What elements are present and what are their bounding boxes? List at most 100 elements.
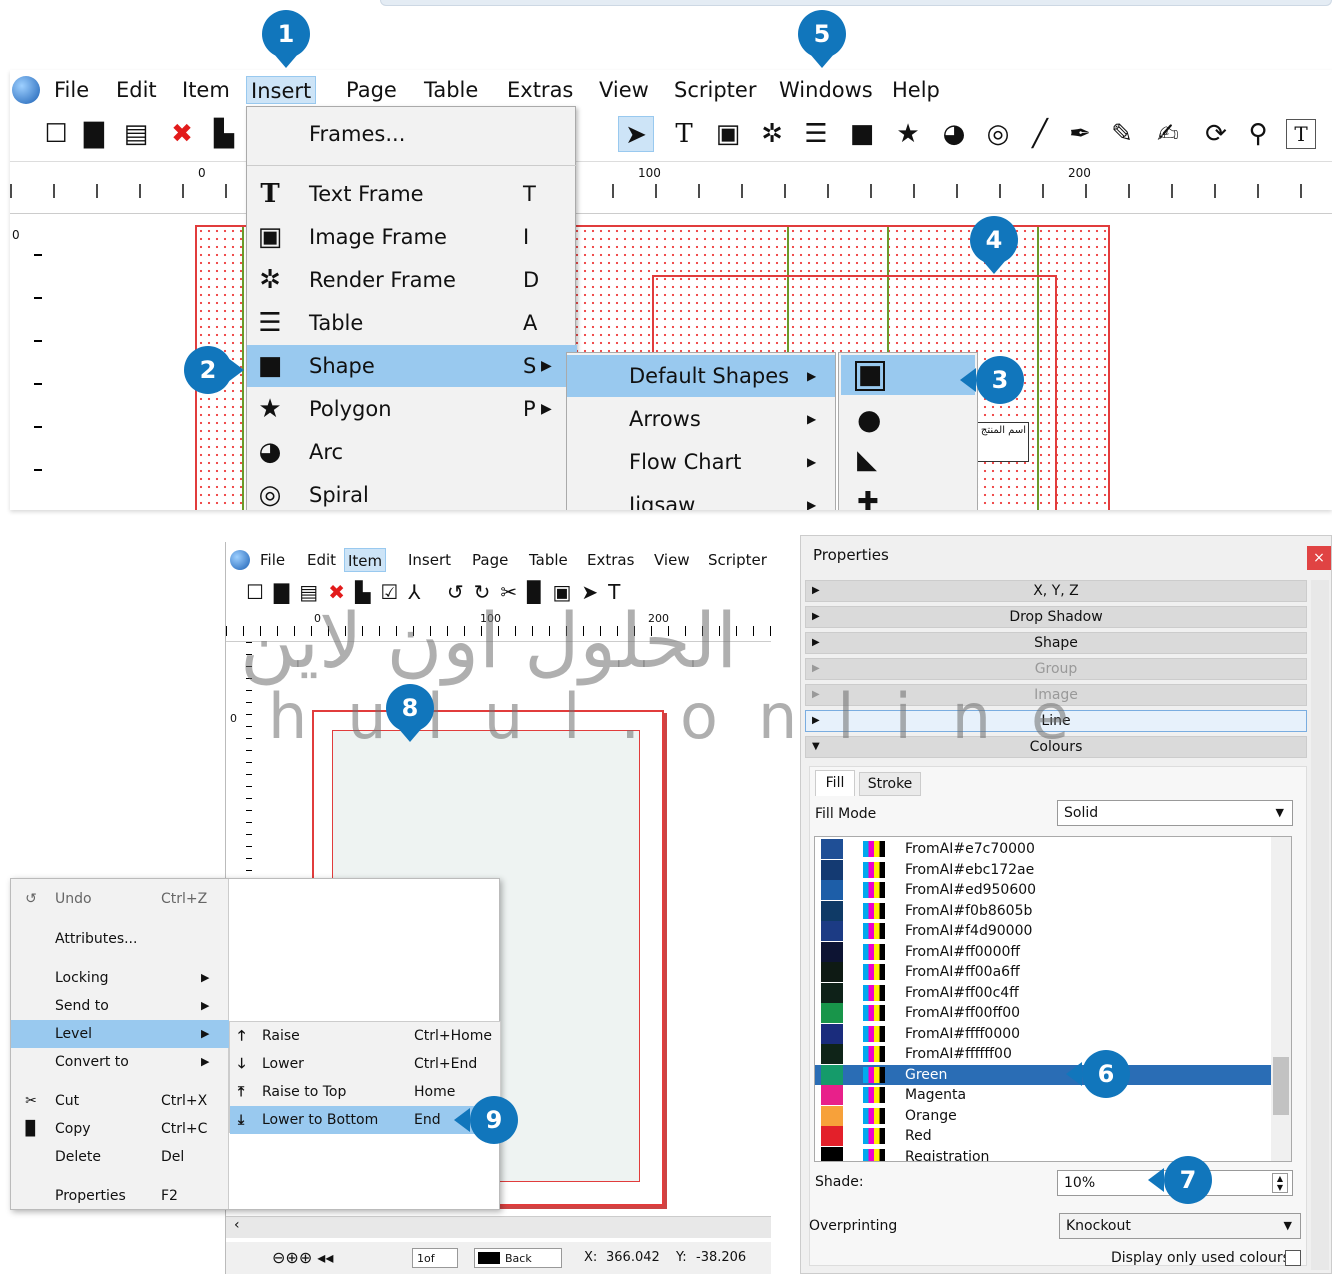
section-xyz[interactable]: ▶ X, Y, Z: [805, 580, 1307, 602]
menu-row-text-frame[interactable]: T Text Frame T: [247, 173, 577, 215]
ctx-delete[interactable]: Delete Del: [11, 1143, 229, 1171]
bezier-tool-icon[interactable]: ✒: [1062, 116, 1098, 152]
colour-row[interactable]: Green: [815, 1064, 1275, 1085]
rotate-tool-icon[interactable]: ⟳: [1198, 116, 1234, 152]
new-document-icon[interactable]: ☐: [38, 116, 74, 152]
menu-file[interactable]: File: [50, 76, 93, 104]
submenu-arrows[interactable]: Arrows ▶: [567, 398, 835, 440]
menu-extras[interactable]: Extras: [584, 548, 637, 572]
section-shape[interactable]: ▶ Shape: [805, 632, 1307, 654]
ctx-copy[interactable]: ▉ Copy Ctrl+C: [11, 1115, 229, 1143]
menu-windows[interactable]: Windows: [775, 76, 877, 104]
menu-insert[interactable]: Insert: [246, 76, 317, 104]
level-raise-to-top[interactable]: ⤒ Raise to Top Home: [230, 1078, 502, 1106]
list-scrollbar[interactable]: [1271, 837, 1291, 1161]
colour-row[interactable]: FromAI#f4d90000: [815, 921, 1275, 942]
colour-row[interactable]: FromAI#ffffff00: [815, 1044, 1275, 1065]
menu-help[interactable]: Help: [888, 76, 944, 104]
calligraphy-tool-icon[interactable]: ✍: [1150, 116, 1186, 152]
menu-row-image-frame[interactable]: ▣ Image Frame I: [247, 216, 577, 258]
cross-shape-icon[interactable]: ✚: [857, 487, 879, 510]
menu-item[interactable]: Item: [344, 548, 387, 572]
submenu-jigsaw[interactable]: Jigsaw ▶: [567, 484, 835, 510]
menu-table[interactable]: Table: [526, 548, 571, 572]
colour-row[interactable]: FromAI#e7c70000: [815, 839, 1275, 860]
colour-row[interactable]: FromAI#ebc172ae: [815, 859, 1275, 881]
menu-file[interactable]: File: [257, 548, 288, 572]
menu-edit[interactable]: Edit: [304, 548, 339, 572]
spiral-tool-icon[interactable]: ◎: [980, 116, 1016, 152]
menu-item[interactable]: Item: [178, 76, 234, 104]
select-tool-icon[interactable]: ➤: [618, 116, 654, 152]
colour-row[interactable]: FromAI#ff00a6ff: [815, 962, 1275, 983]
menu-page[interactable]: Page: [469, 548, 511, 572]
ctx-cut[interactable]: ✂ Cut Ctrl+X: [11, 1087, 229, 1115]
menu-scripter[interactable]: Scripter: [670, 76, 760, 104]
menu-edit[interactable]: Edit: [112, 76, 161, 104]
tab-stroke[interactable]: Stroke: [859, 772, 921, 796]
menu-row-spiral[interactable]: ◎ Spiral: [247, 474, 577, 510]
menu-table[interactable]: Table: [420, 76, 482, 104]
colour-row[interactable]: FromAI#ff00c4ff: [815, 982, 1275, 1004]
pencil-tool-icon[interactable]: ✎: [1104, 116, 1140, 152]
panel-scrollbar[interactable]: [1311, 580, 1329, 1270]
submenu-default-shapes[interactable]: Default Shapes ▶: [567, 355, 835, 397]
page-field[interactable]: 1of: [412, 1248, 458, 1268]
menu-row-frames[interactable]: Frames...: [247, 113, 577, 155]
ctx-properties[interactable]: Properties F2: [11, 1182, 229, 1210]
circle-shape-icon[interactable]: ●: [857, 403, 881, 436]
open-folder-icon[interactable]: ▇: [76, 116, 112, 152]
submenu-flow-chart[interactable]: Flow Chart ▶: [567, 441, 835, 483]
zoom-tool-icon[interactable]: ⚲: [1240, 116, 1276, 152]
close-icon[interactable]: ✖: [164, 116, 200, 152]
close-icon[interactable]: ×: [1307, 546, 1331, 570]
menu-view[interactable]: View: [651, 548, 693, 572]
menu-row-arc[interactable]: ◕ Arc: [247, 431, 577, 473]
ctx-attributes[interactable]: Attributes...: [11, 925, 229, 953]
print-icon[interactable]: ▙: [206, 116, 242, 152]
image-tool-icon[interactable]: ▣: [710, 116, 746, 152]
colour-row[interactable]: FromAI#ff00ff00: [815, 1003, 1275, 1024]
menu-insert[interactable]: Insert: [405, 548, 454, 572]
shape-tool-icon[interactable]: ■: [844, 116, 880, 152]
square-shape-icon[interactable]: ■: [855, 361, 885, 391]
colour-row[interactable]: Magenta: [815, 1085, 1275, 1106]
polygon-tool-icon[interactable]: ★: [890, 116, 926, 152]
menu-view[interactable]: View: [595, 76, 653, 104]
table-tool-icon[interactable]: ☰: [798, 116, 834, 152]
save-icon[interactable]: ▤: [118, 116, 154, 152]
ctx-undo[interactable]: ↺ Undo Ctrl+Z: [11, 885, 229, 913]
ctx-send-to[interactable]: Send to ▶: [11, 992, 229, 1020]
menu-row-polygon[interactable]: ★ Polygon P ▶: [247, 388, 577, 430]
colour-row[interactable]: FromAI#ed950600: [815, 880, 1275, 901]
section-drop-shadow[interactable]: ▶ Drop Shadow: [805, 606, 1307, 628]
menu-row-shape[interactable]: ■ Shape S ▶: [247, 345, 577, 387]
tab-fill[interactable]: Fill: [815, 770, 855, 796]
menu-extras[interactable]: Extras: [503, 76, 577, 104]
level-raise[interactable]: 🡑 Raise Ctrl+Home: [230, 1022, 502, 1050]
text-tool-icon[interactable]: T: [666, 116, 702, 152]
spinner-icon[interactable]: ▲ ▼: [1272, 1173, 1288, 1193]
level-lower[interactable]: 🡓 Lower Ctrl+End: [230, 1050, 502, 1078]
ctx-locking[interactable]: Locking ▶: [11, 964, 229, 992]
overprinting-select[interactable]: Knockout ▼: [1059, 1213, 1301, 1239]
menu-scripter[interactable]: Scripter: [705, 548, 770, 572]
menu-page[interactable]: Page: [342, 76, 401, 104]
edit-text-tool-icon[interactable]: T: [1286, 119, 1316, 149]
zoom-controls-icon[interactable]: ⊖⊕⊕ ◂◂: [272, 1242, 333, 1274]
colour-row[interactable]: FromAI#ff0000ff: [815, 941, 1275, 963]
display-used-checkbox[interactable]: [1285, 1250, 1301, 1266]
colour-row[interactable]: Orange: [815, 1105, 1275, 1127]
colour-row[interactable]: Red: [815, 1126, 1275, 1147]
colour-row[interactable]: FromAI#ffff0000: [815, 1023, 1275, 1045]
triangle-shape-icon[interactable]: ◣: [857, 445, 877, 475]
colour-row[interactable]: FromAI#f0b8605b: [815, 900, 1275, 922]
ctx-level[interactable]: Level ▶: [11, 1020, 229, 1048]
fill-mode-select[interactable]: Solid ▼: [1057, 800, 1293, 826]
line-tool-icon[interactable]: ╱: [1022, 116, 1058, 152]
colour-row[interactable]: Registration: [815, 1146, 1275, 1161]
arc-tool-icon[interactable]: ◕: [936, 116, 972, 152]
menu-row-table[interactable]: ☰ Table A: [247, 302, 577, 344]
horizontal-scrollbar[interactable]: ‹: [226, 1216, 771, 1238]
ctx-convert-to[interactable]: Convert to ▶: [11, 1048, 229, 1076]
